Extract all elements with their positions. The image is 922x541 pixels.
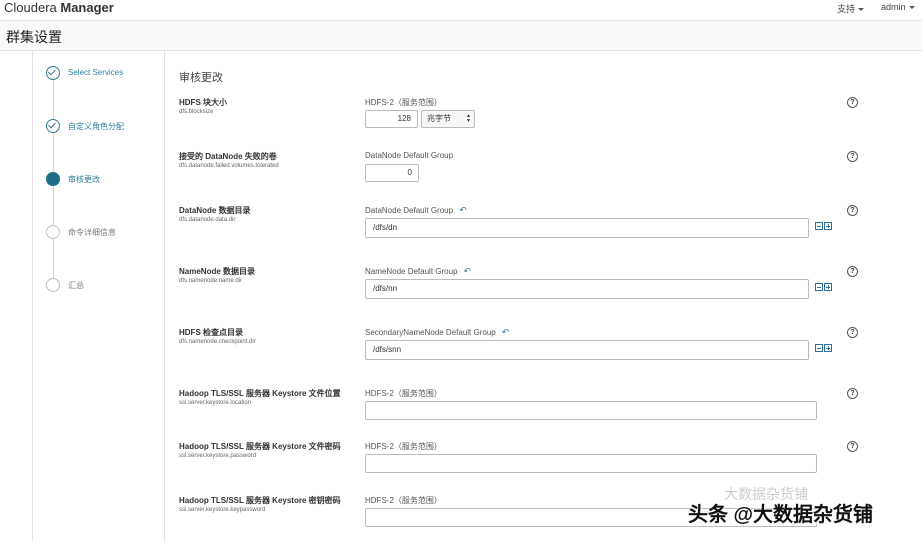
param-name: Hadoop TLS/SSL 服务器 Keystore 文件密码 xyxy=(179,442,341,451)
add-remove-controls xyxy=(815,222,833,230)
check-circle-icon xyxy=(46,119,60,133)
wizard-panel: Select Services 自定义角色分配 审核更改 命令详细信息 汇总 审… xyxy=(32,51,922,541)
undo-icon[interactable]: ↶ xyxy=(464,266,472,277)
param-key: dfs.namenode.name.dir xyxy=(179,278,243,284)
help-icon[interactable]: ? xyxy=(847,151,858,162)
param-key: dfs.namenode.checkpoint.dir xyxy=(179,339,256,345)
empty-circle-icon xyxy=(46,278,60,292)
param-key: dfs.blocksize xyxy=(179,109,214,115)
top-navbar: Cloudera Manager 支持 admin xyxy=(0,0,922,21)
param-group: DataNode Default Group xyxy=(365,151,454,160)
step-label: 审核更改 xyxy=(68,175,100,184)
param-group: HDFS-2（服务范围） xyxy=(365,98,442,107)
namenode-dir-input[interactable]: /dfs/nn xyxy=(365,279,809,299)
help-icon[interactable]: ? xyxy=(847,441,858,452)
param-key: ssl.server.keystore.password xyxy=(179,453,257,459)
help-icon[interactable]: ? xyxy=(847,205,858,216)
datanode-dir-input[interactable]: /dfs/dn xyxy=(365,218,809,238)
checkpoint-dir-input[interactable]: /dfs/snn xyxy=(365,340,809,360)
param-key: dfs.datanode.failed.volumes.tolerated xyxy=(179,163,279,169)
brand-logo[interactable]: Cloudera Manager xyxy=(4,0,114,16)
minus-icon[interactable] xyxy=(815,283,823,291)
step-summary: 汇总 xyxy=(46,278,164,294)
user-menu[interactable]: admin xyxy=(881,2,915,12)
chevron-down-icon xyxy=(908,6,915,10)
step-role-assignment[interactable]: 自定义角色分配 xyxy=(46,119,164,135)
keystore-location-input[interactable] xyxy=(365,401,817,420)
section-title: 审核更改 xyxy=(179,72,223,84)
plus-icon[interactable] xyxy=(824,222,832,230)
step-label: Select Services xyxy=(68,68,124,77)
param-name: DataNode 数据目录 xyxy=(179,206,251,215)
param-group: HDFS-2（服务范围） xyxy=(365,442,442,451)
select-arrows-icon: ▲ ▼ xyxy=(466,113,471,124)
support-menu[interactable]: 支持 xyxy=(837,2,865,15)
undo-icon[interactable]: ↶ xyxy=(459,205,467,216)
plus-icon[interactable] xyxy=(824,344,832,352)
param-name: HDFS 检查点目录 xyxy=(179,328,243,337)
add-remove-controls xyxy=(815,344,833,352)
param-group: HDFS-2（服务范围） xyxy=(365,389,442,398)
param-name: HDFS 块大小 xyxy=(179,98,227,107)
param-key: ssl.server.keystore.location xyxy=(179,400,252,406)
param-key: ssl.server.keystore.keypassword xyxy=(179,507,266,513)
param-name: 接受的 DataNode 失败的卷 xyxy=(179,152,277,161)
add-remove-controls xyxy=(815,283,833,291)
check-circle-icon xyxy=(46,66,60,80)
watermark: 头条 @大数据杂货铺 xyxy=(688,504,874,526)
wizard-steps: Select Services 自定义角色分配 审核更改 命令详细信息 汇总 xyxy=(33,51,165,541)
active-step-icon xyxy=(46,172,60,186)
empty-circle-icon xyxy=(46,225,60,239)
param-name: NameNode 数据目录 xyxy=(179,267,256,276)
param-group: HDFS-2（服务范围） xyxy=(365,496,442,505)
param-name: Hadoop TLS/SSL 服务器 Keystore 密钥密码 xyxy=(179,496,341,505)
title-bar: 群集设置 xyxy=(0,21,922,51)
param-name: Hadoop TLS/SSL 服务器 Keystore 文件位置 xyxy=(179,389,341,398)
unit-select[interactable]: 兆字节 ▲ ▼ xyxy=(421,110,475,128)
param-key: dfs.datanode.data.dir xyxy=(179,217,236,223)
step-command-details: 命令详细信息 xyxy=(46,225,164,241)
step-select-services[interactable]: Select Services xyxy=(46,66,164,82)
help-icon[interactable]: ? xyxy=(847,327,858,338)
undo-icon[interactable]: ↶ xyxy=(502,327,510,338)
page-title: 群集设置 xyxy=(6,29,62,45)
param-group: DataNode Default Group ↶ xyxy=(365,205,467,216)
minus-icon[interactable] xyxy=(815,222,823,230)
chevron-down-icon xyxy=(858,8,865,12)
plus-icon[interactable] xyxy=(824,283,832,291)
step-review-changes: 审核更改 xyxy=(46,172,164,188)
help-icon[interactable]: ? xyxy=(847,388,858,399)
step-label: 命令详细信息 xyxy=(68,228,116,237)
keystore-password-input[interactable] xyxy=(365,454,817,473)
help-icon[interactable]: ? xyxy=(847,266,858,277)
help-icon[interactable]: ? xyxy=(847,97,858,108)
param-group: SecondaryNameNode Default Group ↶ xyxy=(365,327,510,338)
step-label: 自定义角色分配 xyxy=(68,122,124,131)
param-group: NameNode Default Group ↶ xyxy=(365,266,472,277)
minus-icon[interactable] xyxy=(815,344,823,352)
blocksize-input[interactable]: 128 xyxy=(365,110,418,128)
failed-volumes-input[interactable]: 0 xyxy=(365,164,419,182)
step-label: 汇总 xyxy=(68,281,84,290)
